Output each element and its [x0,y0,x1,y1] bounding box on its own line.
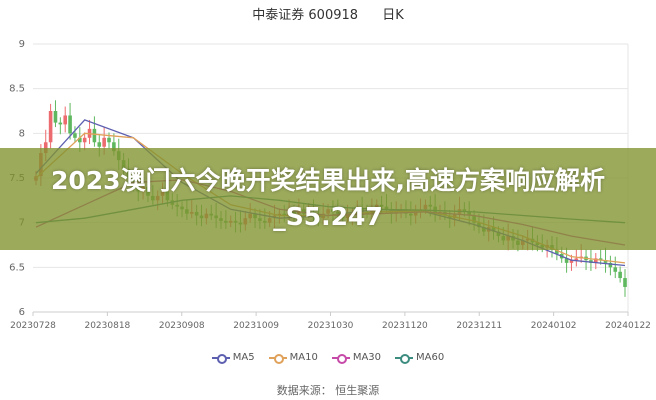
candle-body [63,115,68,125]
chart-legend: MA5 MA10 MA30 MA60 [0,352,656,364]
x-tick-label: 20240122 [605,321,651,331]
y-tick-label: 8.5 [9,84,25,95]
candle-body [623,278,627,287]
candle-body [97,142,102,147]
candle-body [618,271,622,279]
candle-body [613,267,618,272]
legend-item-ma10[interactable]: MA10 [268,352,318,364]
legend-swatch [268,353,287,364]
legend-label: MA5 [232,352,255,363]
candle-body [48,111,53,143]
x-tick-label: 20231120 [382,321,428,331]
x-tick-label: 20231211 [456,321,502,331]
x-tick-label: 20231030 [308,321,354,331]
candle-body [102,137,106,147]
legend-label: MA30 [352,352,382,363]
legend-swatch [211,353,230,364]
x-tick-label: 20231009 [233,321,279,331]
x-tick-label: 20230818 [84,321,130,331]
y-tick-label: 6 [19,307,25,318]
legend-swatch [331,353,350,364]
legend-swatch [395,353,414,364]
candle-body [58,122,63,125]
legend-label: MA10 [289,352,318,363]
candle-body [53,111,58,123]
candle-body [107,137,111,143]
legend-item-ma5[interactable]: MA5 [211,352,255,364]
y-tick-label: 8 [19,128,25,139]
x-tick-label: 20230728 [10,321,56,331]
data-source: 数据来源： 恒生聚源 [276,384,380,397]
x-axis: 20230728 20230818 20230908 20231009 20231030… [10,311,651,331]
legend-label: MA60 [416,352,445,363]
legend-item-ma60[interactable]: MA60 [395,352,445,364]
candle-body [73,133,77,138]
y-tick-label: 6.5 [9,262,25,273]
x-tick-label: 20240102 [531,321,577,331]
headline-text: 2023澳门六今晚开奖结果出来,高速方案响应解析_S5.247 [50,166,606,231]
y-tick-label: 9 [19,39,25,50]
candle-body [82,137,87,143]
candle-body [92,128,97,143]
x-tick-label: 20230908 [159,321,205,331]
headline-banner: 2023澳门六今晚开奖结果出来,高速方案响应解析_S5.247 [0,148,656,250]
legend-item-ma30[interactable]: MA30 [331,352,382,364]
candle-body [68,115,72,134]
